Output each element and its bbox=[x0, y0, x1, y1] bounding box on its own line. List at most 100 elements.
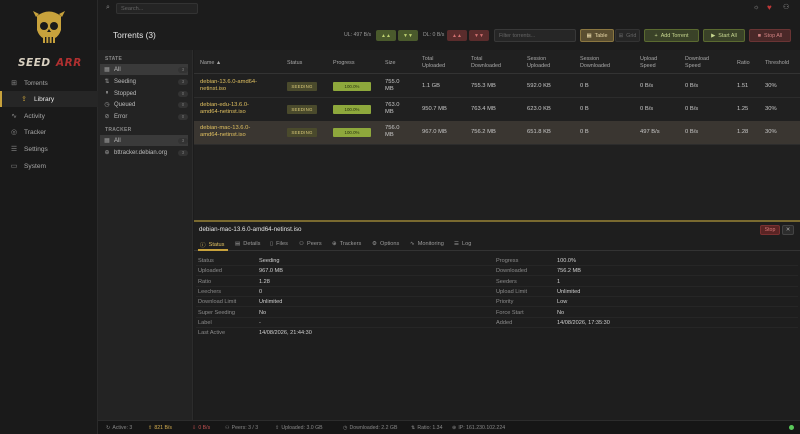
nav-label: Tracker bbox=[24, 128, 47, 136]
start-all-button[interactable]: ▶ Start All bbox=[703, 29, 745, 42]
activity-icon: ∿ bbox=[11, 113, 17, 120]
grid-view-button[interactable]: ⊞ Grid bbox=[615, 29, 640, 42]
document-icon: ▤ bbox=[235, 241, 241, 247]
theme-toggle-icon[interactable]: ☼ bbox=[753, 4, 759, 11]
col-upload-speed[interactable]: Upload Speed bbox=[640, 56, 657, 70]
nav-activity[interactable]: ∿ Activity bbox=[0, 108, 98, 124]
filter-count: 3 bbox=[178, 66, 188, 73]
tab-monitoring[interactable]: ∿ Monitoring bbox=[410, 241, 444, 247]
connection-status-dot bbox=[789, 425, 794, 430]
detail-value: Low bbox=[557, 299, 568, 305]
progress-bar: 100.0% bbox=[333, 82, 371, 91]
col-total-uploaded[interactable]: Total Uploaded bbox=[422, 56, 445, 70]
filter-state-all[interactable]: ▦ All 3 bbox=[100, 64, 188, 75]
upload-speed-cell: 497 B/s bbox=[640, 129, 660, 135]
divider bbox=[196, 296, 798, 297]
search-input[interactable]: Search... bbox=[116, 3, 198, 14]
filter-input[interactable]: Filter torrents... bbox=[494, 29, 576, 42]
threshold-cell: 30% bbox=[765, 129, 777, 135]
upload-limit-label: UL: 497 B/s bbox=[344, 32, 372, 38]
nav-settings[interactable]: ☰ Settings bbox=[0, 141, 98, 157]
size-cell: 763.0 MB bbox=[385, 102, 400, 115]
tab-trackers[interactable]: ⊕ Trackers bbox=[332, 241, 361, 247]
table-row-selected[interactable] bbox=[194, 121, 800, 145]
detail-value: 1 bbox=[557, 279, 561, 285]
status-ratio: ⇅ Ratio: 1.34 bbox=[411, 425, 442, 431]
details-close-button[interactable]: ✕ bbox=[782, 225, 794, 235]
tab-label: Files bbox=[276, 241, 288, 247]
col-size[interactable]: Size bbox=[385, 60, 396, 67]
col-status[interactable]: Status bbox=[287, 60, 302, 67]
filter-count: 0 bbox=[178, 90, 188, 97]
progress-bar: 100.0% bbox=[333, 128, 371, 137]
nav-system[interactable]: ▭ System bbox=[0, 158, 98, 174]
filter-state-stopped[interactable]: ⏸ Stopped 0 bbox=[100, 88, 188, 99]
session-uploaded-cell: 651.8 KB bbox=[527, 129, 551, 135]
globe-icon: ⊕ bbox=[332, 241, 337, 247]
filter-tracker-debian[interactable]: ⊕ bttracker.debian.org 3 bbox=[100, 147, 188, 158]
nav-library[interactable]: ⇪ Library bbox=[0, 91, 98, 107]
download-speed-cell: 0 B/s bbox=[685, 106, 699, 112]
filter-placeholder: Filter torrents... bbox=[499, 32, 536, 39]
detail-label: Seeders bbox=[496, 279, 517, 285]
progress-bar: 100.0% bbox=[333, 105, 371, 114]
filter-count: 0 bbox=[178, 113, 188, 120]
brand-logo[interactable]: SEED ARR bbox=[0, 8, 98, 69]
col-ratio[interactable]: Ratio bbox=[737, 60, 750, 67]
tab-status[interactable]: ⓘ Status bbox=[200, 241, 224, 249]
session-uploaded-cell: 592.0 KB bbox=[527, 83, 551, 89]
pause-icon: ⏸ bbox=[105, 90, 109, 96]
table-view-button[interactable]: ▦ Table bbox=[580, 29, 614, 42]
threshold-cell: 30% bbox=[765, 83, 777, 89]
download-up-button[interactable]: ▲▲ bbox=[447, 30, 467, 41]
col-total-downloaded[interactable]: Total Downloaded bbox=[471, 56, 501, 70]
tab-label: Log bbox=[462, 241, 472, 247]
upload-speed-cell: 0 B/s bbox=[640, 106, 654, 112]
nav-tracker[interactable]: ◎ Tracker bbox=[0, 124, 98, 140]
tab-options[interactable]: ⚙ Options bbox=[372, 241, 399, 247]
details-stop-button[interactable]: Stop bbox=[760, 225, 780, 235]
progress-fill: 100.0% bbox=[333, 128, 371, 137]
filter-state-seeding[interactable]: ⇅ Seeding 3 bbox=[100, 76, 188, 87]
add-torrent-button[interactable]: + Add Torrent bbox=[644, 29, 699, 42]
nav-label: Torrents bbox=[24, 79, 48, 87]
download-down-button[interactable]: ▼▼ bbox=[469, 30, 489, 41]
status-badge: SEEDING bbox=[287, 82, 317, 91]
detail-label: Label bbox=[198, 320, 212, 326]
stop-all-button[interactable]: ■ Stop All bbox=[749, 29, 791, 42]
table-row[interactable] bbox=[194, 74, 800, 98]
tab-log[interactable]: ☰ Log bbox=[454, 241, 471, 247]
heart-icon[interactable]: ♥ bbox=[767, 3, 772, 12]
col-threshold[interactable]: Threshold bbox=[765, 60, 789, 67]
nav-torrents[interactable]: ⊞ Torrents bbox=[0, 75, 98, 91]
upload-arrow-icon: ⇧ bbox=[148, 425, 153, 431]
filter-state-error[interactable]: ⊘ Error 0 bbox=[100, 111, 188, 122]
filter-count: 3 bbox=[178, 149, 188, 156]
upload-up-button[interactable]: ▲▲ bbox=[376, 30, 396, 41]
status-ip: ⊕ IP: 161.230.102.224 bbox=[452, 425, 505, 431]
search-icon: ⌕ bbox=[106, 4, 110, 11]
tab-files[interactable]: ▯ Files bbox=[270, 241, 288, 247]
filter-state-queued[interactable]: ◷ Queued 0 bbox=[100, 99, 188, 110]
user-icon[interactable]: ⚇ bbox=[783, 3, 789, 11]
col-name[interactable]: Name ▲ bbox=[200, 60, 221, 67]
download-speed-cell: 0 B/s bbox=[685, 129, 699, 135]
filter-tracker-all[interactable]: ▦ All 3 bbox=[100, 135, 188, 146]
filter-label: Error bbox=[114, 113, 128, 120]
col-download-speed[interactable]: Download Speed bbox=[685, 56, 709, 70]
error-icon: ⊘ bbox=[104, 114, 110, 120]
tab-peers[interactable]: ⚇ Peers bbox=[299, 241, 322, 247]
total-uploaded-cell: 1.1 GB bbox=[422, 83, 441, 89]
status-upload-text: 821 B/s bbox=[154, 425, 172, 431]
table-row[interactable] bbox=[194, 98, 800, 122]
progress-text: 100.0% bbox=[344, 107, 360, 112]
col-progress[interactable]: Progress bbox=[333, 60, 355, 67]
col-session-downloaded[interactable]: Session Downloaded bbox=[580, 56, 610, 70]
swap-icon: ⇅ bbox=[104, 79, 110, 85]
detail-label: Downloaded bbox=[496, 268, 528, 274]
upload-down-button[interactable]: ▼▼ bbox=[398, 30, 418, 41]
detail-value: 756.2 MB bbox=[557, 268, 581, 274]
col-session-uploaded[interactable]: Session Uploaded bbox=[527, 56, 550, 70]
detail-value: Seeding bbox=[259, 258, 280, 264]
tab-details[interactable]: ▤ Details bbox=[235, 241, 260, 247]
